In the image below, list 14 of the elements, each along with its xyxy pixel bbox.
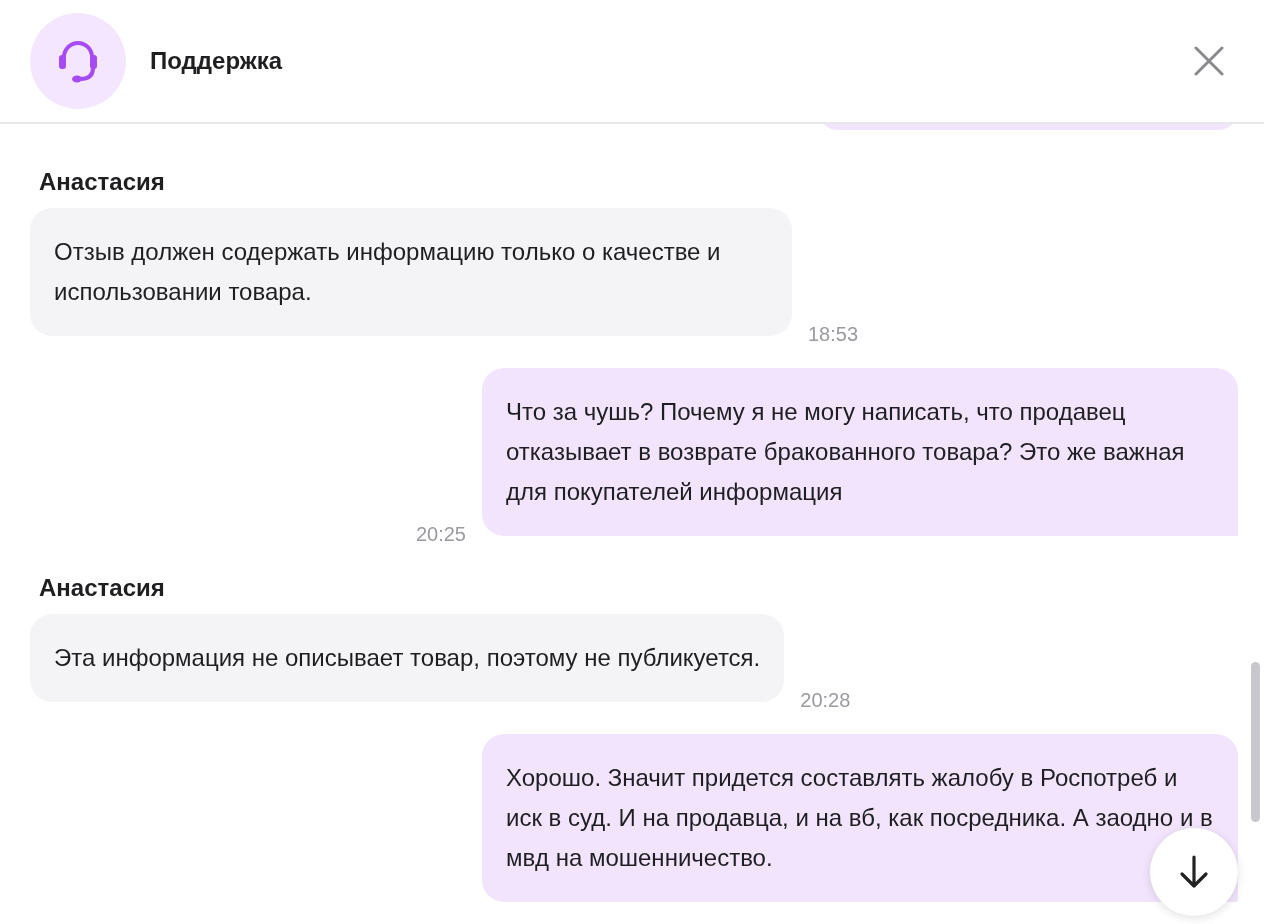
message-bubble: Отзыв должен содержать информацию только о качестве и использовании товара. <box>30 208 792 336</box>
arrow-down-icon <box>1179 855 1209 889</box>
headset-icon <box>58 39 98 83</box>
scrollbar[interactable] <box>1251 662 1260 822</box>
message-bubble: Хорошо. Значит придется составлять жалобу в Роспотреб и иск в суд. И на продавца, и на вб, как посредника. А заодно и в мвд на мошенничество. <box>482 734 1238 902</box>
message-time: 20:25 <box>415 523 466 546</box>
message-time: 20:28 <box>800 689 851 712</box>
close-icon <box>1194 46 1224 76</box>
chat-title: Поддержка <box>150 47 284 75</box>
message-time: 18:53 <box>808 323 859 346</box>
message-bubble: Что за чушь? Почему я не могу написать, что продавец отказывает в возврате бракованного товара? Это же важная для покупателей информация <box>482 368 1238 536</box>
message-bubble: Эта информация не описывает товар, поэтому не публикуется. <box>30 614 785 702</box>
sender-name: Анастасия <box>39 574 166 602</box>
sender-name: Анастасия <box>39 168 166 196</box>
